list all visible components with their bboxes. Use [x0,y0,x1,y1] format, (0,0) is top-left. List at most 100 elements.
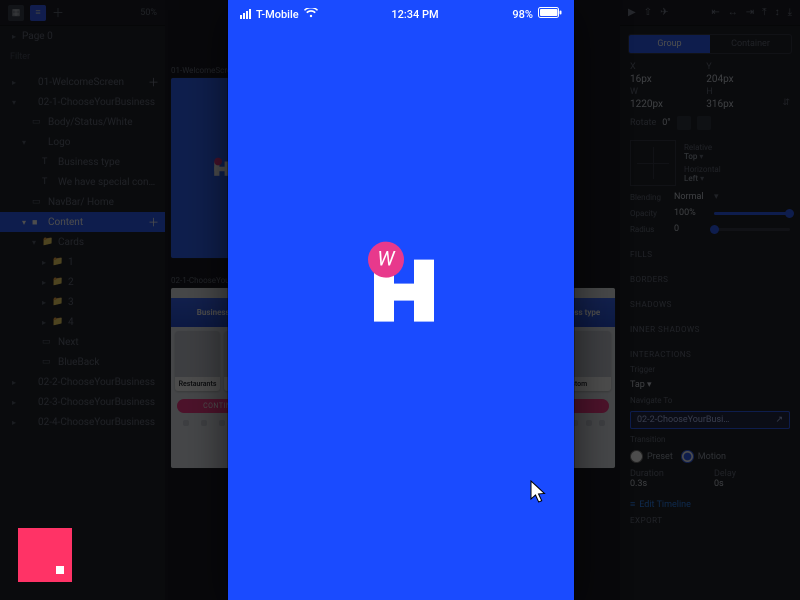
layer-type-icon: 📁 [52,317,64,327]
blending-value[interactable]: Normal [674,192,708,202]
trigger-value[interactable]: Tap ▾ [630,380,790,390]
signal-icon [240,9,251,19]
share-icon[interactable]: ✈ [660,7,668,18]
layers-sidebar: ▦ ≡ ＋ 50% ▸Page 0 Filter ▸01-WelcomeScre… [0,0,165,600]
layer-row-a024[interactable]: ▸02-4-ChooseYourBusiness [0,412,165,432]
section-inner-shadows[interactable]: INNER SHADOWS [630,325,790,334]
pin-vertical[interactable]: Top [684,152,697,161]
opacity-value[interactable]: 100% [674,208,708,218]
layer-label: 3 [68,297,74,308]
cursor-icon [530,480,548,504]
navigate-to-field[interactable]: 02-2-ChooseYourBusi…↗ [630,411,790,429]
section-export[interactable]: EXPORT [630,516,790,525]
phone-status-bar: T-Mobile 12:34 PM 98% [228,0,574,28]
caret-icon: ▾ [22,138,32,147]
align-right-icon[interactable]: ⇥ [746,7,754,18]
layer-row-content[interactable]: ▾■Content＋ [0,212,165,232]
layer-list: ▸01-WelcomeScreen＋▾02-1-ChooseYourBusine… [0,68,165,600]
size-w[interactable]: 1220px [630,99,698,110]
radius-slider[interactable] [714,228,790,231]
carrier-label: T-Mobile [256,8,299,21]
add-page-button[interactable]: ＋ [52,4,64,21]
layer-label: BlueBack [58,357,99,368]
layer-row-c4[interactable]: ▸📁 4 [0,312,165,332]
layer-row-special[interactable]: TWe have special con… [0,172,165,192]
layer-label: 4 [68,317,74,328]
layer-row-biztype[interactable]: TBusiness type [0,152,165,172]
layer-row-a022[interactable]: ▸ 02-2-ChooseYourBusiness [0,372,165,392]
section-fills[interactable]: FILLS [630,250,790,259]
flip-h-icon[interactable] [677,116,691,130]
edit-timeline-link[interactable]: ≡Edit Timeline [630,499,790,510]
layer-type-icon: ▭ [32,117,44,127]
duration-value[interactable]: 0.3s [630,479,706,489]
layer-label: 2 [68,277,74,288]
layer-label: 1 [68,257,74,268]
pin-horizontal[interactable]: Left [684,174,698,183]
layer-row-choose[interactable]: ▾02-1-ChooseYourBusiness [0,92,165,112]
constraint-widget[interactable] [630,140,676,186]
align-middle-icon[interactable]: ↕ [775,7,780,18]
layer-label: Next [58,337,79,348]
caret-icon: ▸ [12,378,22,387]
layer-type-icon: ▭ [42,357,54,367]
zoom-level[interactable]: 50% [140,8,157,18]
align-top-icon[interactable]: ⤒ [762,7,766,18]
section-shadows[interactable]: SHADOWS [630,300,790,309]
align-bottom-icon[interactable]: ⤓ [788,7,792,18]
radius-row: Radius 0 [630,224,790,234]
layer-row-navhome[interactable]: ▭NavBar/ Home [0,192,165,212]
flip-v-icon[interactable] [697,116,711,130]
radius-value[interactable]: 0 [674,224,708,234]
layer-row-c1[interactable]: ▸📁1 [0,252,165,272]
pos-x[interactable]: 16px [630,74,698,85]
layer-row-bodywhite[interactable]: ▭ Body/Status/White [0,112,165,132]
rotate-value[interactable]: 0° [662,118,670,128]
layer-filter-input[interactable]: Filter [0,46,165,68]
logo-badge: W [368,242,404,278]
layer-row-cards[interactable]: ▾📁Cards [0,232,165,252]
phone-preview: T-Mobile 12:34 PM 98% W [228,0,574,600]
layer-row-next[interactable]: ▭Next [0,332,165,352]
transition-motion-radio[interactable]: Motion [681,450,726,463]
section-interactions[interactable]: INTERACTIONS [630,350,790,359]
size-h[interactable]: 316px [706,99,774,110]
align-center-icon[interactable]: ↔ [728,7,738,18]
battery-label: 98% [512,8,533,21]
tab-container[interactable]: Container [710,35,791,53]
upload-icon[interactable]: ⇧ [644,7,652,18]
add-child-icon[interactable]: ＋ [148,74,159,90]
layer-label: 02-1-ChooseYourBusiness [38,97,155,108]
wifi-icon [304,8,318,21]
layer-row-welcome[interactable]: ▸01-WelcomeScreen＋ [0,72,165,92]
layers-icon[interactable]: ≡ [30,5,46,21]
layer-label: 02-2-ChooseYourBusiness [38,377,155,388]
opacity-slider[interactable] [714,212,790,215]
position-fields: X16pxW1220px Y204pxH316px ⇵ [630,62,790,110]
layer-label: 02-4-ChooseYourBusiness [38,417,155,428]
pages-icon[interactable]: ▦ [8,5,24,21]
layer-type-icon: 📁 [42,237,54,247]
layer-type-icon: ▭ [32,197,44,207]
layer-row-blueback[interactable]: ▭ BlueBack [0,352,165,372]
section-borders[interactable]: BORDERS [630,275,790,284]
layer-label: Body/Status/White [48,117,133,128]
inspector-panel: ▶ ⇧ ✈ ⇤ ↔ ⇥ ⤒ ↕ ⤓ Group Container X16pxW… [620,0,800,600]
play-icon[interactable]: ▶ [628,7,636,18]
caret-icon: ▸ [42,318,52,327]
pos-y[interactable]: 204px [706,74,774,85]
layer-row-a023[interactable]: ▸02-3-ChooseYourBusiness [0,392,165,412]
add-child-icon[interactable]: ＋ [148,214,159,230]
transition-preset-radio[interactable]: Preset [630,450,673,463]
layer-row-c3[interactable]: ▸📁3 [0,292,165,312]
pages-header[interactable]: ▸Page 0 [0,26,165,46]
app-logo: W [346,238,456,342]
tab-group[interactable]: Group [629,35,710,53]
layer-row-c2[interactable]: ▸📁2 [0,272,165,292]
align-left-icon[interactable]: ⇤ [711,7,719,18]
layer-row-logo[interactable]: ▾Logo [0,132,165,152]
card-label: Restaurants [175,377,220,391]
invision-badge[interactable] [18,528,72,582]
lock-aspect-icon[interactable]: ⇵ [782,98,790,108]
delay-value[interactable]: 0s [714,479,790,489]
